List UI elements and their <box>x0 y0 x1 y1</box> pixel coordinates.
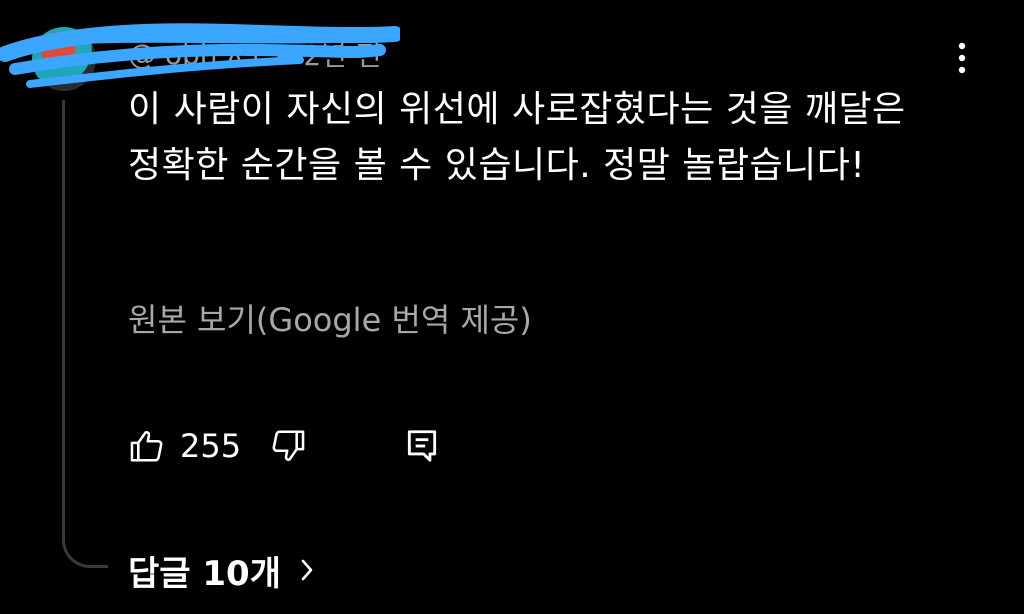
comment-text: 이 사람이 자신의 위선에 사로잡혔다는 것을 깨달은 정확한 순간을 볼 수 … <box>128 89 906 186</box>
author-handle[interactable]: @·obh·ʌ·ʟ·ʜ <box>128 38 293 71</box>
reply-button[interactable] <box>401 425 443 467</box>
like-count: 255 <box>180 427 242 465</box>
thumbs-down-icon <box>272 430 305 461</box>
author-avatar[interactable] <box>32 27 96 91</box>
comment-timestamp: 2년 전 <box>303 39 382 72</box>
comment-actions: 255 <box>126 420 443 472</box>
more-vert-icon <box>958 42 966 74</box>
comment-screen: @·obh·ʌ·ʟ·ʜ 2년 전 이 사람이 자신의 위선에 사로잡혔다는 것을… <box>0 0 1024 614</box>
view-replies-button[interactable]: 답글 10개 <box>128 546 317 594</box>
dislike-button[interactable] <box>267 425 309 467</box>
more-options-button[interactable] <box>940 36 984 80</box>
replies-count-label: 답글 10개 <box>128 553 281 594</box>
reply-thread-line <box>62 100 108 568</box>
comment-header: @·obh·ʌ·ʟ·ʜ 2년 전 <box>128 34 382 74</box>
like-button[interactable] <box>126 425 168 467</box>
thumbs-up-icon <box>130 431 163 462</box>
show-original-link[interactable]: 원본 보기(Google 번역 제공) <box>128 296 532 344</box>
reply-comment-icon <box>407 430 437 462</box>
chevron-right-icon <box>301 559 313 581</box>
